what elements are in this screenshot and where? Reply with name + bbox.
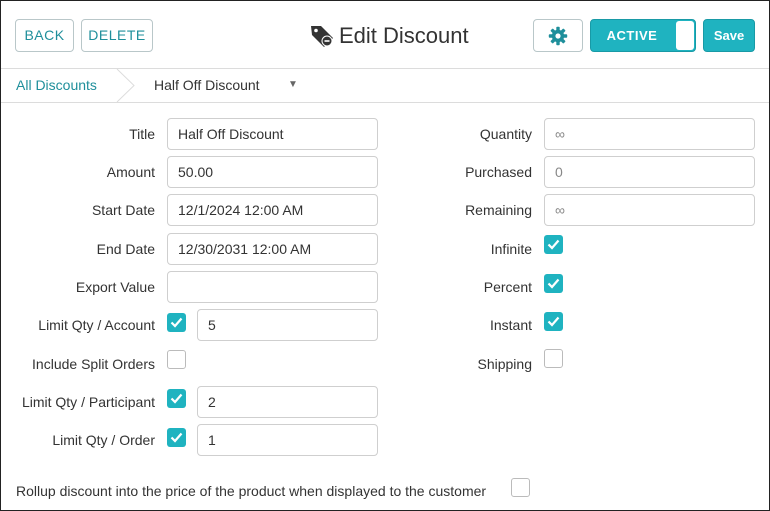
breadcrumb-separator-icon [116, 69, 135, 102]
end-date-input[interactable]: 12/30/2031 12:00 AM [167, 233, 378, 265]
back-button[interactable]: BACK [15, 19, 74, 52]
checkmark-icon [170, 317, 183, 328]
end-date-label: End Date [96, 241, 155, 257]
limit-qty-account-label: Limit Qty / Account [38, 317, 155, 333]
purchased-label: Purchased [465, 164, 532, 180]
save-button[interactable]: Save [703, 19, 755, 52]
export-value-input[interactable] [167, 271, 378, 303]
rollup-discount-label: Rollup discount into the price of the pr… [16, 483, 487, 499]
infinite-label: Infinite [490, 241, 532, 257]
header-bar: BACK DELETE Edit Discount ACTIVE Save [1, 1, 769, 69]
limit-qty-participant-checkbox[interactable] [167, 389, 186, 408]
purchased-input: 0 [544, 156, 755, 188]
amount-input[interactable]: 50.00 [167, 156, 378, 188]
percent-label: Percent [483, 279, 532, 295]
breadcrumb-all-discounts-link[interactable]: All Discounts [16, 69, 97, 101]
quantity-input[interactable]: ∞ [544, 118, 755, 150]
page-title-text: Edit Discount [339, 23, 469, 48]
quantity-label: Quantity [479, 126, 532, 142]
breadcrumb-current-discount[interactable]: Half Off Discount [154, 69, 260, 101]
limit-qty-order-checkbox[interactable] [167, 428, 186, 447]
checkmark-icon [547, 278, 560, 289]
remaining-label: Remaining [465, 202, 532, 218]
limit-qty-order-input[interactable]: 1 [197, 424, 378, 456]
percent-checkbox[interactable] [544, 274, 563, 293]
checkmark-icon [547, 316, 560, 327]
limit-qty-participant-label: Limit Qty / Participant [21, 394, 155, 410]
gear-icon [548, 26, 568, 45]
amount-label: Amount [106, 164, 155, 180]
rollup-discount-checkbox[interactable] [511, 478, 530, 497]
start-date-input[interactable]: 12/1/2024 12:00 AM [167, 194, 378, 226]
page-title: Edit Discount [309, 21, 469, 51]
limit-qty-account-checkbox[interactable] [167, 313, 186, 332]
edit-discount-window: BACK DELETE Edit Discount ACTIVE Save Al… [0, 0, 770, 511]
instant-label: Instant [489, 317, 532, 333]
delete-button[interactable]: DELETE [81, 19, 153, 52]
checkmark-icon [170, 432, 183, 443]
limit-qty-participant-input[interactable]: 2 [197, 386, 378, 418]
infinite-checkbox[interactable] [544, 235, 563, 254]
include-split-orders-label: Include Split Orders [32, 356, 155, 372]
title-label: Title [129, 126, 155, 142]
start-date-label: Start Date [91, 202, 155, 218]
settings-button[interactable] [533, 19, 583, 52]
include-split-orders-checkbox[interactable] [167, 350, 186, 369]
limit-qty-order-label: Limit Qty / Order [52, 432, 155, 448]
title-input[interactable]: Half Off Discount [167, 118, 378, 150]
chevron-down-icon[interactable]: ▼ [288, 69, 298, 101]
checkmark-icon [547, 239, 560, 250]
shipping-checkbox[interactable] [544, 349, 563, 368]
remaining-input: ∞ [544, 194, 755, 226]
shipping-label: Shipping [477, 356, 533, 372]
tag-icon [311, 26, 333, 47]
active-status-label: ACTIVE [606, 28, 658, 43]
limit-qty-account-input[interactable]: 5 [197, 309, 378, 341]
breadcrumb: All Discounts Half Off Discount ▼ [1, 69, 769, 103]
toggle-knob [676, 21, 694, 50]
checkmark-icon [170, 393, 183, 404]
export-value-label: Export Value [75, 279, 155, 295]
active-status-toggle[interactable]: ACTIVE [590, 19, 696, 52]
instant-checkbox[interactable] [544, 312, 563, 331]
